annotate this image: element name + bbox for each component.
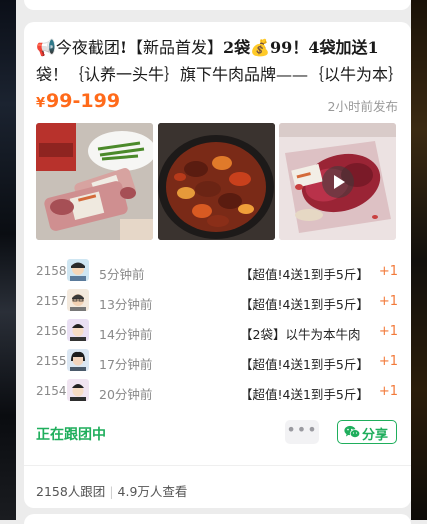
view-count: 4.9万人查看: [117, 484, 188, 499]
stats: 2158人跟团 | 4.9万人查看: [36, 481, 187, 500]
price-range: ¥99-199: [36, 90, 121, 112]
previous-card-edge: [24, 0, 411, 10]
order-time: 17分钟前: [99, 357, 153, 372]
background-left-edge: [0, 0, 16, 520]
share-button[interactable]: 分享: [337, 420, 397, 444]
order-content: 【超值!4送1到手5斤】: [240, 387, 369, 402]
order-number: 2158: [36, 264, 67, 278]
order-content: 【超值!4送1到手5斤】: [240, 297, 369, 312]
avatar[interactable]: [67, 319, 89, 341]
order-number: 2155: [36, 354, 67, 368]
order-list: 2158 5分钟前 【超值!4送1到手5斤】 +1 2157 13分钟前 【超值…: [36, 258, 398, 408]
product-image-packages[interactable]: [36, 123, 153, 240]
wechat-icon: [344, 425, 360, 438]
order-number: 2157: [36, 294, 67, 308]
order-time: 20分钟前: [99, 387, 153, 402]
avatar[interactable]: [67, 379, 89, 401]
more-button[interactable]: •••: [285, 420, 319, 444]
order-time: 13分钟前: [99, 297, 153, 312]
post-title[interactable]: 📢今夜截团!【新品首发】2袋💰99！4袋加送1袋！｛认养一头牛｝旗下牛肉品牌——…: [36, 34, 398, 88]
order-time: 5分钟前: [99, 267, 145, 282]
joined-count: 2158人跟团: [36, 484, 106, 499]
share-label: 分享: [362, 428, 389, 443]
order-row[interactable]: 2155 17分钟前 【超值!4送1到手5斤】 +1: [36, 348, 398, 378]
order-quantity: +1: [378, 264, 398, 279]
order-content: 【超值!4送1到手5斤】: [240, 267, 369, 282]
order-time: 14分钟前: [99, 327, 153, 342]
next-card-edge: [24, 514, 411, 524]
order-quantity: +1: [378, 354, 398, 369]
avatar[interactable]: [67, 349, 89, 371]
product-video-thumbnail[interactable]: [279, 123, 396, 240]
product-image-cooked-dish[interactable]: [158, 123, 275, 240]
order-number: 2154: [36, 384, 67, 398]
order-number: 2156: [36, 324, 67, 338]
order-content: 【2袋】以牛为本牛肉: [240, 327, 361, 342]
order-quantity: +1: [378, 384, 398, 399]
order-row[interactable]: 2156 14分钟前 【2袋】以牛为本牛肉 +1: [36, 318, 398, 348]
order-quantity: +1: [378, 294, 398, 309]
order-row[interactable]: 2154 20分钟前 【超值!4送1到手5斤】 +1: [36, 378, 398, 408]
background-right-edge: [411, 0, 427, 520]
order-content: 【超值!4送1到手5斤】: [240, 357, 369, 372]
order-row[interactable]: 2157 13分钟前 【超值!4送1到手5斤】 +1: [36, 288, 398, 318]
group-buy-card[interactable]: 📢今夜截团!【新品首发】2袋💰99！4袋加送1袋！｛认养一头牛｝旗下牛肉品牌——…: [24, 22, 411, 508]
order-quantity: +1: [378, 324, 398, 339]
avatar[interactable]: [67, 259, 89, 281]
divider: [24, 465, 411, 466]
play-icon[interactable]: [322, 166, 354, 198]
order-row[interactable]: 2158 5分钟前 【超值!4送1到手5斤】 +1: [36, 258, 398, 288]
avatar[interactable]: [67, 289, 89, 311]
following-status[interactable]: 正在跟团中: [36, 424, 106, 444]
stats-separator: |: [109, 484, 114, 499]
posted-time: 2小时前发布: [327, 99, 398, 114]
price-row: ¥99-199 2小时前发布: [36, 90, 398, 118]
